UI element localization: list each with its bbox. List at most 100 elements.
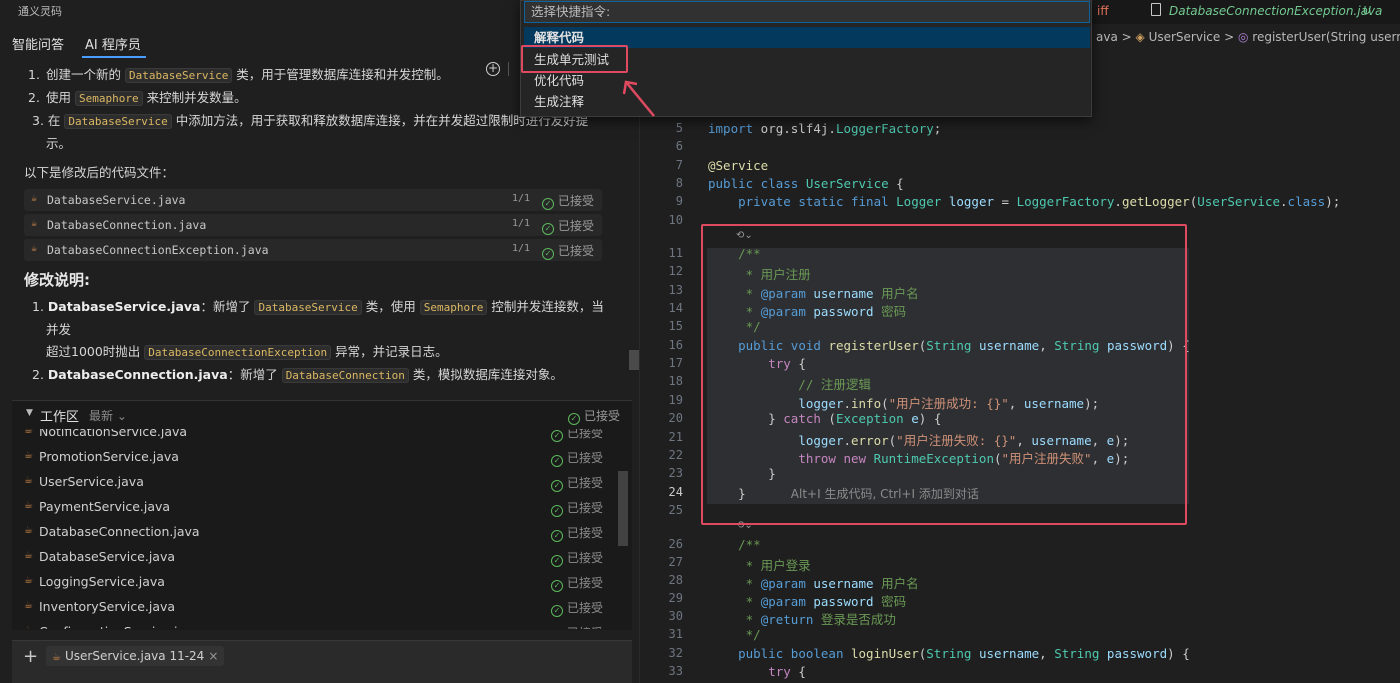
accepted-status: ✓已接受 bbox=[550, 449, 603, 467]
file-icon bbox=[1151, 3, 1161, 16]
line-number: 16 bbox=[668, 338, 683, 352]
java-file-icon: ☕ bbox=[31, 193, 38, 204]
line-number: 33 bbox=[668, 664, 683, 678]
check-circle-icon: ✓ bbox=[541, 198, 554, 210]
workspace-header[interactable]: ▼ 工作区 最新 ⌄ ✓ 已接受 bbox=[12, 401, 632, 429]
workspace-file-row[interactable]: ☕ NotificationService.java ✓ 已接受 bbox=[12, 429, 617, 445]
file-change-row[interactable]: ☕ DatabaseService.java 1/1 ✓ 已接受 bbox=[24, 189, 602, 211]
line-number: 13 bbox=[668, 283, 683, 297]
java-file-icon: ☕ bbox=[24, 550, 33, 561]
java-file-icon: ☕ bbox=[24, 500, 33, 511]
line-number: 25 bbox=[668, 503, 683, 517]
java-file-icon: ☕ bbox=[31, 218, 38, 229]
check-circle-icon: ✓ bbox=[550, 580, 563, 592]
check-circle-icon: ✓ bbox=[550, 480, 563, 492]
workspace-panel: ▼ 工作区 最新 ⌄ ✓ 已接受 ☕ NotificationService.jav… bbox=[12, 400, 632, 630]
workspace-scrollbar[interactable] bbox=[618, 471, 628, 546]
code-line[interactable]: import org.slf4j.LoggerFactory; bbox=[708, 121, 941, 136]
check-circle-icon: ✓ bbox=[550, 430, 563, 442]
accepted-status: ✓已接受 bbox=[550, 524, 603, 542]
code-line[interactable]: /** bbox=[708, 537, 761, 552]
file-change-row[interactable]: ☕ DatabaseConnection.java 1/1 ✓ 已接受 bbox=[24, 214, 602, 236]
line-number: 26 bbox=[668, 537, 683, 551]
line-number: 30 bbox=[668, 609, 683, 623]
context-chip[interactable]: ☕ UserService.java 11-24 × bbox=[46, 646, 225, 666]
workspace-file-row[interactable]: ☕ InventoryService.java ✓ 已接受 bbox=[12, 595, 617, 620]
note-item: 2. DatabaseConnection.java：新增了 DatabaseC… bbox=[32, 367, 563, 383]
accepted-status: ✓已接受 bbox=[550, 474, 603, 492]
accepted-status: ✓已接受 bbox=[541, 242, 594, 260]
inline-code: DatabaseService bbox=[124, 68, 233, 83]
close-icon[interactable]: × bbox=[208, 649, 218, 663]
code-line[interactable]: * @return 登录是否成功 bbox=[708, 609, 896, 628]
code-line[interactable]: @Service bbox=[708, 158, 768, 173]
breadcrumb: ava > ◈ UserService > ◎ registerUser(Str… bbox=[1096, 30, 1400, 44]
line-number: 27 bbox=[668, 555, 683, 569]
code-line[interactable]: * @param password 密码 bbox=[708, 591, 907, 610]
workspace-file-row[interactable]: ☕ DatabaseService.java ✓ 已接受 bbox=[12, 545, 617, 570]
line-number: 6 bbox=[675, 139, 683, 153]
add-context-icon[interactable]: + bbox=[23, 646, 38, 667]
check-circle-icon: ✓ bbox=[550, 555, 563, 567]
line-number: 5 bbox=[675, 121, 683, 135]
java-file-icon: ☕ bbox=[52, 652, 61, 663]
java-file-icon: ☕ bbox=[24, 429, 33, 436]
active-tab-indicator bbox=[82, 56, 146, 58]
inline-code: Semaphore bbox=[74, 91, 143, 106]
code-line[interactable]: */ bbox=[708, 627, 761, 642]
code-line[interactable]: * @param username 用户名 bbox=[708, 573, 919, 592]
line-number: 9 bbox=[675, 194, 683, 208]
accepted-status: ✓已接受 bbox=[550, 599, 603, 617]
breadcrumb-item[interactable]: ava bbox=[1096, 30, 1118, 44]
tab-smart-qa[interactable]: 智能问答 bbox=[12, 34, 64, 53]
workspace-file-row[interactable]: ☕ LoggingService.java ✓ 已接受 bbox=[12, 570, 617, 595]
line-number: 22 bbox=[668, 448, 683, 462]
note-item: 1. DatabaseService.java：新增了 DatabaseServ… bbox=[32, 299, 604, 360]
line-number: 21 bbox=[668, 430, 683, 444]
chat-input-bar[interactable]: + ☕ UserService.java 11-24 × bbox=[12, 640, 632, 683]
line-number: 19 bbox=[668, 393, 683, 407]
command-optimize-code[interactable]: 优化代码 bbox=[524, 70, 1090, 91]
line-number: 20 bbox=[668, 411, 683, 425]
workspace-file-row[interactable]: ☕ConfigurationService.java✓已接受 bbox=[12, 620, 617, 629]
workspace-file-row[interactable]: ☕ DatabaseConnection.java ✓ 已接受 bbox=[12, 520, 617, 545]
chevron-down-icon[interactable]: ▼ bbox=[26, 408, 33, 418]
workspace-file-row[interactable]: ☕ PaymentService.java ✓ 已接受 bbox=[12, 495, 617, 520]
sort-filter[interactable]: 最新 ⌄ bbox=[89, 407, 127, 424]
check-circle-icon: ✓ bbox=[567, 413, 580, 425]
breadcrumb-item[interactable]: UserService bbox=[1149, 30, 1221, 44]
workspace-file-row[interactable]: ☕ UserService.java ✓ 已接受 bbox=[12, 470, 617, 495]
java-file-icon: ☕ bbox=[24, 525, 33, 536]
tab-ai-programmer[interactable]: AI 程序员 bbox=[85, 34, 141, 53]
line-number: 29 bbox=[668, 591, 683, 605]
code-line[interactable]: * 用户登录 bbox=[708, 555, 811, 574]
app-title: 通义灵码 bbox=[18, 5, 62, 18]
selected-code-outline bbox=[701, 224, 1187, 525]
editor-tab-partial[interactable]: iff bbox=[1097, 4, 1109, 18]
line-number: 10 bbox=[668, 213, 683, 227]
line-number: 18 bbox=[668, 374, 683, 388]
command-generate-comments[interactable]: 生成注释 bbox=[524, 91, 1090, 112]
check-circle-icon: ✓ bbox=[541, 223, 554, 235]
editor-tab-active[interactable]: DatabaseConnectionException.java bbox=[1169, 4, 1382, 18]
class-icon: ◈ bbox=[1135, 30, 1145, 44]
code-line[interactable]: public boolean loginUser(String username… bbox=[708, 646, 1190, 661]
file-change-row[interactable]: ☕ DatabaseConnectionException.java 1/1 ✓… bbox=[24, 239, 602, 261]
breadcrumb-item[interactable]: registerUser(String username bbox=[1252, 30, 1400, 44]
pointer-arrow-icon bbox=[622, 80, 655, 117]
code-line[interactable]: try { bbox=[708, 664, 806, 679]
untracked-badge: U bbox=[1363, 4, 1372, 17]
workspace-file-row[interactable]: ☕ PromotionService.java ✓ 已接受 bbox=[12, 445, 617, 470]
highlight-outline bbox=[521, 45, 628, 73]
line-number: 14 bbox=[668, 301, 683, 315]
check-circle-icon: ✓ bbox=[550, 455, 563, 467]
code-line[interactable]: private static final Logger logger = Log… bbox=[708, 194, 1340, 209]
line-number: 31 bbox=[668, 627, 683, 641]
inline-code: DatabaseService bbox=[64, 114, 172, 129]
chat-scrollbar[interactable] bbox=[629, 350, 639, 370]
section-title: 修改说明: bbox=[24, 271, 90, 289]
command-search-input[interactable]: 选择快捷指令: bbox=[524, 1, 1090, 23]
accepted-status: ✓已接受 bbox=[550, 499, 603, 517]
accepted-status: ✓已接受 bbox=[551, 624, 603, 629]
code-line[interactable]: public class UserService { bbox=[708, 176, 904, 191]
